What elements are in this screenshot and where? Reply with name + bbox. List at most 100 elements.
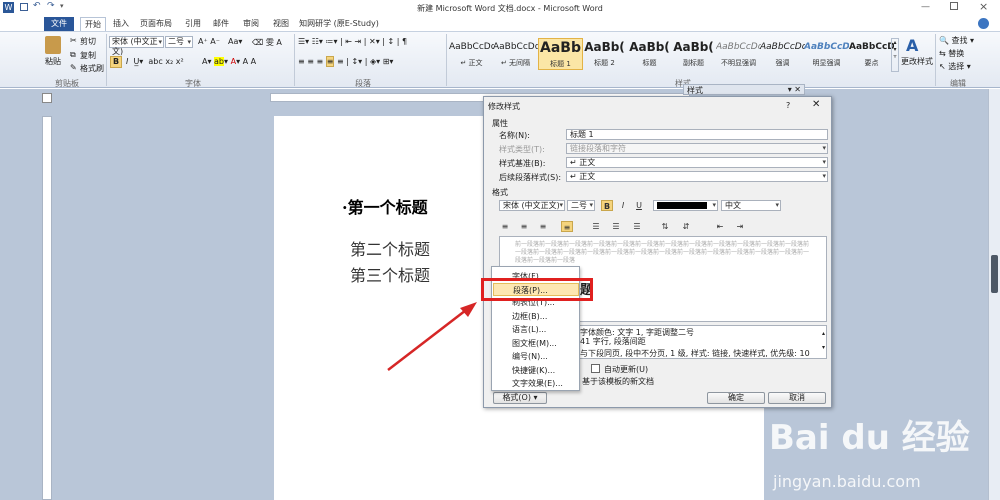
ribbon: 粘贴 ✂ 剪切 ⧉ 复制 ✎ 格式刷 剪贴板 宋体 (中文正文) 二号 A⁺ A… [0, 32, 1000, 88]
style-heading-2[interactable]: AaBb(标题 2 [582, 38, 627, 70]
title-bar: W ↶ ↷ ▾ 新建 Microsoft Word 文档.docx - Micr… [0, 0, 1000, 16]
align-left-icon[interactable]: ≡ [499, 221, 511, 232]
tab-review[interactable]: 审阅 [238, 17, 264, 31]
style-intense-emphasis[interactable]: AaBbCcDc明显强调 [804, 38, 849, 70]
align-buttons[interactable]: ≡ ≡ ≡ ≡ ≡ | ↕▾ | ◈▾ ⊞▾ [298, 56, 393, 67]
italic-underline-icons[interactable]: I U̲▾ abc x₂ x² [126, 57, 184, 66]
align-right-icon[interactable]: ≡ [537, 221, 549, 232]
description-scroll-icon[interactable]: ▴ ▾ [822, 327, 825, 355]
select-button[interactable]: ↖ 选择 ▾ [939, 61, 971, 72]
paste-button[interactable]: 粘贴 [45, 56, 61, 67]
template-option-label[interactable]: 基于该模板的新文档 [582, 376, 654, 387]
format-dropdown-button[interactable]: 格式(O) ▾ [493, 392, 547, 404]
baidu-logo: Bai du 经验 [769, 418, 970, 458]
space-after-icon[interactable]: ⇵ [680, 221, 692, 232]
decrease-indent-icon[interactable]: ⇤ [714, 221, 726, 232]
customize-qat-icon[interactable]: ▾ [60, 2, 64, 10]
tab-references[interactable]: 引用 [180, 17, 206, 31]
change-case-icon[interactable]: Aa▾ [228, 37, 242, 46]
vertical-ruler[interactable] [42, 116, 52, 500]
style-no-spacing[interactable]: AaBbCcDd ↵ 无间隔 [493, 38, 538, 70]
dialog-underline-button[interactable]: U [633, 200, 645, 211]
format-painter-button[interactable]: 格式刷 [80, 63, 104, 74]
styles-pane-controls[interactable]: ▾ ✕ [788, 85, 801, 94]
font-size-select[interactable]: 二号 [165, 36, 193, 48]
bold-button[interactable]: B [110, 56, 122, 68]
line-spacing-15-icon[interactable]: ☰ [610, 221, 622, 232]
word-app-icon[interactable]: W [3, 2, 14, 13]
menu-item-shortcut[interactable]: 快捷键(K)... [493, 364, 579, 377]
menu-item-border[interactable]: 边框(B)... [493, 310, 579, 323]
line-spacing-1-icon[interactable]: ☰ [590, 221, 602, 232]
style-emphasis[interactable]: AaBbCcDd 强调 [760, 38, 805, 70]
font-name-select[interactable]: 宋体 (中文正文) [109, 36, 164, 56]
list-buttons[interactable]: ☰▾ ☷▾ ≔▾ | ⇤ ⇥ | ✕▾ | ↕ | ¶ [298, 37, 407, 46]
text-effects-icons[interactable]: A▾ ab▾ A▾ A A [202, 57, 256, 66]
tab-page-layout[interactable]: 页面布局 [136, 17, 176, 31]
next-style-select[interactable]: ↵ 正文 [566, 171, 828, 182]
dialog-size-select[interactable]: 二号 [567, 200, 595, 211]
tab-insert[interactable]: 插入 [108, 17, 134, 31]
style-type-select[interactable]: 链接段落和字符 [566, 143, 828, 154]
grow-font-icon[interactable]: A⁺ A⁻ [198, 37, 220, 46]
minimize-icon[interactable]: — [921, 2, 930, 12]
heading-1-text[interactable]: ·第一个标题 [342, 194, 428, 218]
styles-pane-title: 样式 [687, 86, 703, 95]
cut-button[interactable]: 剪切 [80, 36, 96, 47]
ribbon-tabs: 文件 开始 插入 页面布局 引用 邮件 审阅 视图 知网研学 (原E-Study… [0, 16, 1000, 32]
space-before-icon[interactable]: ⇅ [659, 221, 671, 232]
change-styles-icon[interactable]: A [906, 36, 918, 55]
increase-indent-icon[interactable]: ⇥ [734, 221, 746, 232]
style-normal[interactable]: AaBbCcDd ↵ 正文 [449, 38, 494, 70]
styles-pane-header[interactable]: 样式 ▾ ✕ [683, 84, 805, 95]
justify-icon[interactable]: ≡ [561, 221, 573, 232]
tab-e-study[interactable]: 知网研学 (原E-Study) [298, 17, 380, 31]
dialog-close-icon[interactable]: ✕ [812, 99, 820, 110]
ok-button[interactable]: 确定 [707, 392, 765, 404]
redo-icon[interactable]: ↷ [47, 1, 55, 11]
paste-icon[interactable] [45, 36, 61, 54]
ruler-corner-icon[interactable] [42, 93, 52, 103]
based-on-select[interactable]: ↵ 正文 [566, 157, 828, 168]
tab-home[interactable]: 开始 [80, 17, 106, 31]
help-icon[interactable] [978, 18, 989, 29]
style-subtitle[interactable]: AaBb(副标题 [671, 38, 716, 70]
font-color-select[interactable] [653, 200, 718, 211]
styles-scroll-icon[interactable]: ▴ ▾ ▿ [891, 38, 899, 72]
menu-item-language[interactable]: 语言(L)... [493, 323, 579, 336]
scroll-thumb[interactable] [991, 255, 998, 293]
clear-format-icon[interactable]: ⌫ 雯 A [252, 37, 282, 48]
auto-update-checkbox[interactable] [591, 364, 600, 373]
paragraph-highlight-box [481, 278, 593, 301]
change-styles-button[interactable]: 更改样式 [901, 56, 933, 67]
style-title[interactable]: AaBb(标题 [627, 38, 672, 70]
menu-item-text-effects[interactable]: 文字效果(E)... [493, 377, 579, 390]
line-spacing-2-icon[interactable]: ☰ [631, 221, 643, 232]
find-button[interactable]: 🔍 查找 ▾ [939, 35, 974, 46]
menu-item-frame[interactable]: 图文框(M)... [493, 337, 579, 350]
cancel-button[interactable]: 取消 [768, 392, 826, 404]
tab-mailings[interactable]: 邮件 [208, 17, 234, 31]
language-select[interactable]: 中文 [721, 200, 781, 211]
close-icon[interactable]: × [979, 0, 988, 13]
style-strong[interactable]: AaBbCcDc要点 [849, 38, 894, 70]
dialog-font-select[interactable]: 宋体 (中文正文) [499, 200, 565, 211]
replace-button[interactable]: ⇆ 替换 [939, 48, 964, 59]
tab-file[interactable]: 文件 [44, 17, 74, 31]
dialog-help-button[interactable]: ? [786, 101, 790, 110]
save-icon[interactable] [20, 3, 28, 11]
style-name-input[interactable]: 标题 1 [566, 129, 828, 140]
menu-item-numbering[interactable]: 编号(N)... [493, 350, 579, 363]
style-heading-1[interactable]: AaBb 标题 1 [538, 38, 583, 70]
dialog-bold-button[interactable]: B [601, 200, 613, 211]
heading-2-text[interactable]: 第二个标题 [350, 236, 430, 260]
dialog-italic-button[interactable]: I [617, 200, 629, 211]
align-center-icon[interactable]: ≡ [518, 221, 530, 232]
restore-icon[interactable] [950, 2, 958, 10]
copy-button[interactable]: 复制 [80, 50, 96, 61]
heading-3-text[interactable]: 第三个标题 [350, 262, 430, 286]
undo-icon[interactable]: ↶ [33, 1, 41, 11]
style-subtle-emphasis[interactable]: AaBbCcDd 不明显强调 [716, 38, 761, 70]
baidu-url: jingyan.baidu.com [773, 472, 921, 491]
tab-view[interactable]: 视图 [268, 17, 294, 31]
